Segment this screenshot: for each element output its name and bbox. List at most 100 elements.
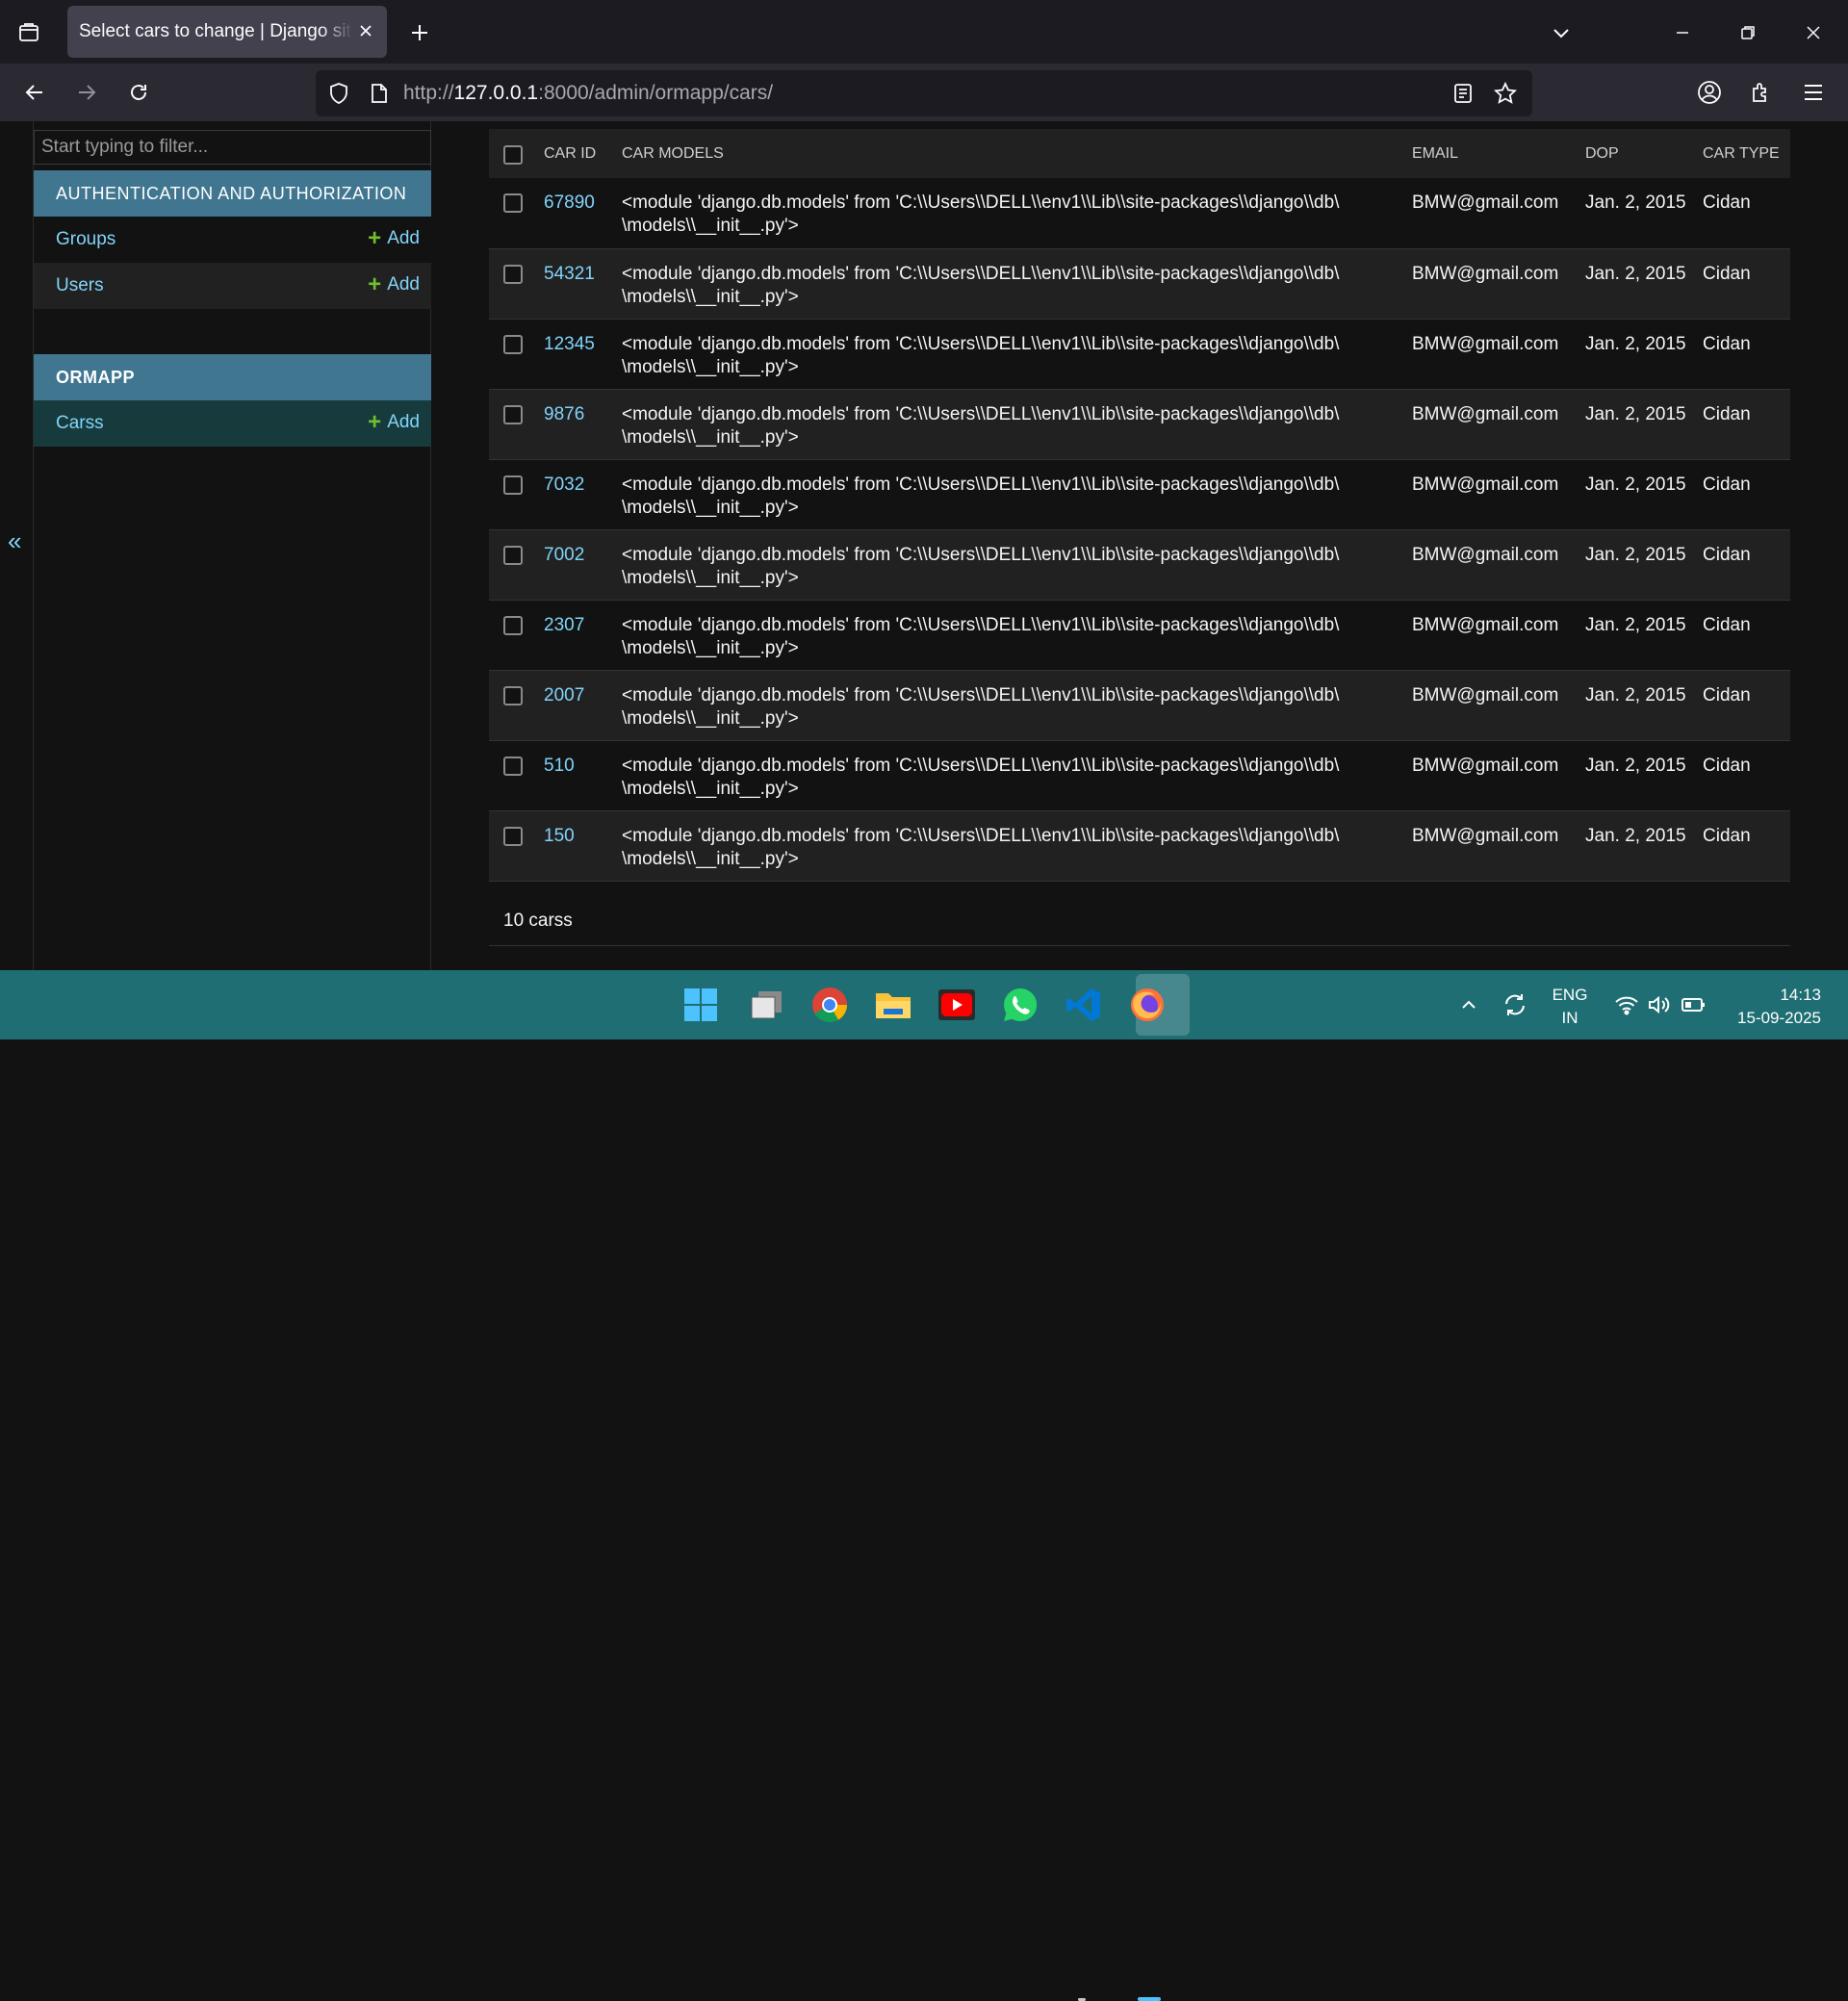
whatsapp-icon[interactable]: [999, 984, 1041, 1026]
car-type-cell: Cidan: [1703, 740, 1790, 811]
vscode-icon[interactable]: [1063, 984, 1105, 1026]
restore-icon[interactable]: [1729, 13, 1767, 52]
close-window-icon[interactable]: [1794, 13, 1833, 52]
windows-start-icon[interactable]: [680, 984, 722, 1026]
carss-add-button[interactable]: + Add: [368, 411, 420, 434]
column-header-email[interactable]: EMAIL: [1412, 129, 1585, 178]
page-icon[interactable]: [366, 80, 393, 107]
car-models-line1: <module 'django.db.models' from 'C:\\Use…: [622, 333, 1340, 354]
module-ormapp-title[interactable]: ORMAPP: [56, 368, 135, 388]
car-type-cell: Cidan: [1703, 178, 1790, 249]
clock[interactable]: 14:13 15-09-2025: [1725, 984, 1821, 1030]
email-cell: BMW@gmail.com: [1412, 600, 1585, 671]
car-models-line2: \models\\__init__.py'>: [622, 567, 799, 588]
row-checkbox[interactable]: [503, 334, 523, 354]
row-select-cell: [489, 459, 544, 530]
car-id-link[interactable]: 7032: [544, 475, 584, 495]
sidebar-item-carss-link[interactable]: Carss: [56, 413, 104, 434]
car-id-link[interactable]: 67890: [544, 192, 595, 213]
select-all-checkbox[interactable]: [503, 144, 523, 165]
car-id-link[interactable]: 9876: [544, 404, 584, 424]
chevron-down-icon[interactable]: [1544, 15, 1578, 50]
shield-icon[interactable]: [325, 80, 352, 107]
extensions-icon[interactable]: [1742, 73, 1781, 112]
groups-add-button[interactable]: + Add: [368, 227, 420, 250]
car-id-cell: 9876: [544, 389, 622, 460]
chevron-up-icon[interactable]: [1448, 984, 1490, 1026]
firefox-icon[interactable]: [1126, 984, 1168, 1026]
task-view-icon[interactable]: [745, 984, 787, 1026]
column-header-car-id[interactable]: CAR ID: [544, 129, 622, 178]
row-checkbox[interactable]: [503, 193, 523, 213]
file-explorer-icon[interactable]: [872, 984, 914, 1026]
car-id-link[interactable]: 510: [544, 756, 575, 776]
new-tab-icon[interactable]: [402, 15, 437, 50]
table-row: 150 <module 'django.db.models' from 'C:\…: [489, 810, 1790, 882]
car-id-cell: 2307: [544, 600, 622, 671]
row-checkbox[interactable]: [503, 685, 523, 705]
tab-list-icon[interactable]: [12, 15, 46, 50]
car-models-line2: \models\\__init__.py'>: [622, 356, 799, 377]
column-header-dop[interactable]: DOP: [1585, 129, 1703, 178]
dop-cell: Jan. 2, 2015: [1585, 248, 1703, 320]
column-header-car-type[interactable]: CAR TYPE: [1703, 129, 1790, 178]
table-row: 9876 <module 'django.db.models' from 'C:…: [489, 389, 1790, 460]
email-cell: BMW@gmail.com: [1412, 670, 1585, 741]
clock-time: 14:13: [1780, 986, 1821, 1004]
reader-view-icon[interactable]: [1450, 80, 1476, 107]
menu-icon[interactable]: [1794, 73, 1833, 112]
car-id-link[interactable]: 2307: [544, 615, 584, 635]
table-row: 12345 <module 'django.db.models' from 'C…: [489, 319, 1790, 390]
youtube-icon[interactable]: [936, 984, 978, 1026]
sidebar-item-users-link[interactable]: Users: [56, 275, 104, 296]
car-id-link[interactable]: 12345: [544, 334, 595, 354]
tab-active[interactable]: Select cars to change | Django site admi…: [67, 6, 387, 58]
row-select-cell: [489, 600, 544, 671]
sidebar-item-groups-link[interactable]: Groups: [56, 229, 116, 250]
car-models-line1: <module 'django.db.models' from 'C:\\Use…: [622, 263, 1340, 284]
sidebar-collapse-toggle[interactable]: «: [8, 528, 21, 553]
dop-cell: Jan. 2, 2015: [1585, 459, 1703, 530]
row-checkbox[interactable]: [503, 826, 523, 846]
car-id-link[interactable]: 2007: [544, 685, 584, 705]
divider: [489, 945, 1790, 946]
windows-taskbar: ENG IN 14:13 15-09-2025: [0, 970, 1848, 2001]
car-id-link[interactable]: 7002: [544, 545, 584, 565]
car-models-cell: <module 'django.db.models' from 'C:\\Use…: [622, 600, 1412, 671]
row-checkbox[interactable]: [503, 545, 523, 565]
row-checkbox[interactable]: [503, 475, 523, 495]
sidebar-filter-input[interactable]: [34, 130, 431, 165]
chrome-icon[interactable]: [808, 984, 851, 1026]
column-header-car-models[interactable]: CAR MODELS: [622, 129, 1412, 178]
users-add-button[interactable]: + Add: [368, 273, 420, 296]
car-id-link[interactable]: 54321: [544, 264, 595, 284]
row-checkbox[interactable]: [503, 264, 523, 284]
admin-page: AUTHENTICATION AND AUTHORIZATION Groups …: [0, 121, 1848, 970]
car-id-link[interactable]: 150: [544, 826, 575, 846]
module-header-auth[interactable]: AUTHENTICATION AND AUTHORIZATION: [34, 170, 431, 217]
table-row: 2307 <module 'django.db.models' from 'C:…: [489, 600, 1790, 671]
row-select-cell: [489, 810, 544, 882]
car-type-cell: Cidan: [1703, 600, 1790, 671]
row-checkbox[interactable]: [503, 404, 523, 424]
minimize-icon[interactable]: [1663, 13, 1702, 52]
module-header-ormapp[interactable]: ORMAPP: [34, 354, 431, 400]
language-indicator[interactable]: ENG IN: [1546, 984, 1594, 1030]
row-checkbox[interactable]: [503, 756, 523, 776]
back-arrow-icon[interactable]: [15, 73, 54, 112]
sync-icon[interactable]: [1494, 984, 1536, 1026]
reload-icon[interactable]: [119, 73, 158, 112]
car-type-cell: Cidan: [1703, 529, 1790, 601]
language-line1: ENG: [1552, 986, 1588, 1004]
url-text[interactable]: http://127.0.0.1:8000/admin/ormapp/cars/: [403, 82, 773, 105]
url-bar[interactable]: http://127.0.0.1:8000/admin/ormapp/cars/: [316, 70, 1532, 116]
tab-close-icon[interactable]: [354, 19, 377, 42]
car-models-cell: <module 'django.db.models' from 'C:\\Use…: [622, 178, 1412, 249]
account-icon[interactable]: [1690, 73, 1729, 112]
battery-icon[interactable]: [1673, 984, 1715, 1026]
forward-arrow-icon[interactable]: [67, 73, 106, 112]
module-auth-title[interactable]: AUTHENTICATION AND AUTHORIZATION: [56, 184, 406, 204]
bookmark-star-icon[interactable]: [1492, 80, 1519, 107]
row-checkbox[interactable]: [503, 615, 523, 635]
tab-title: Select cars to change | Django site admi…: [79, 21, 353, 41]
